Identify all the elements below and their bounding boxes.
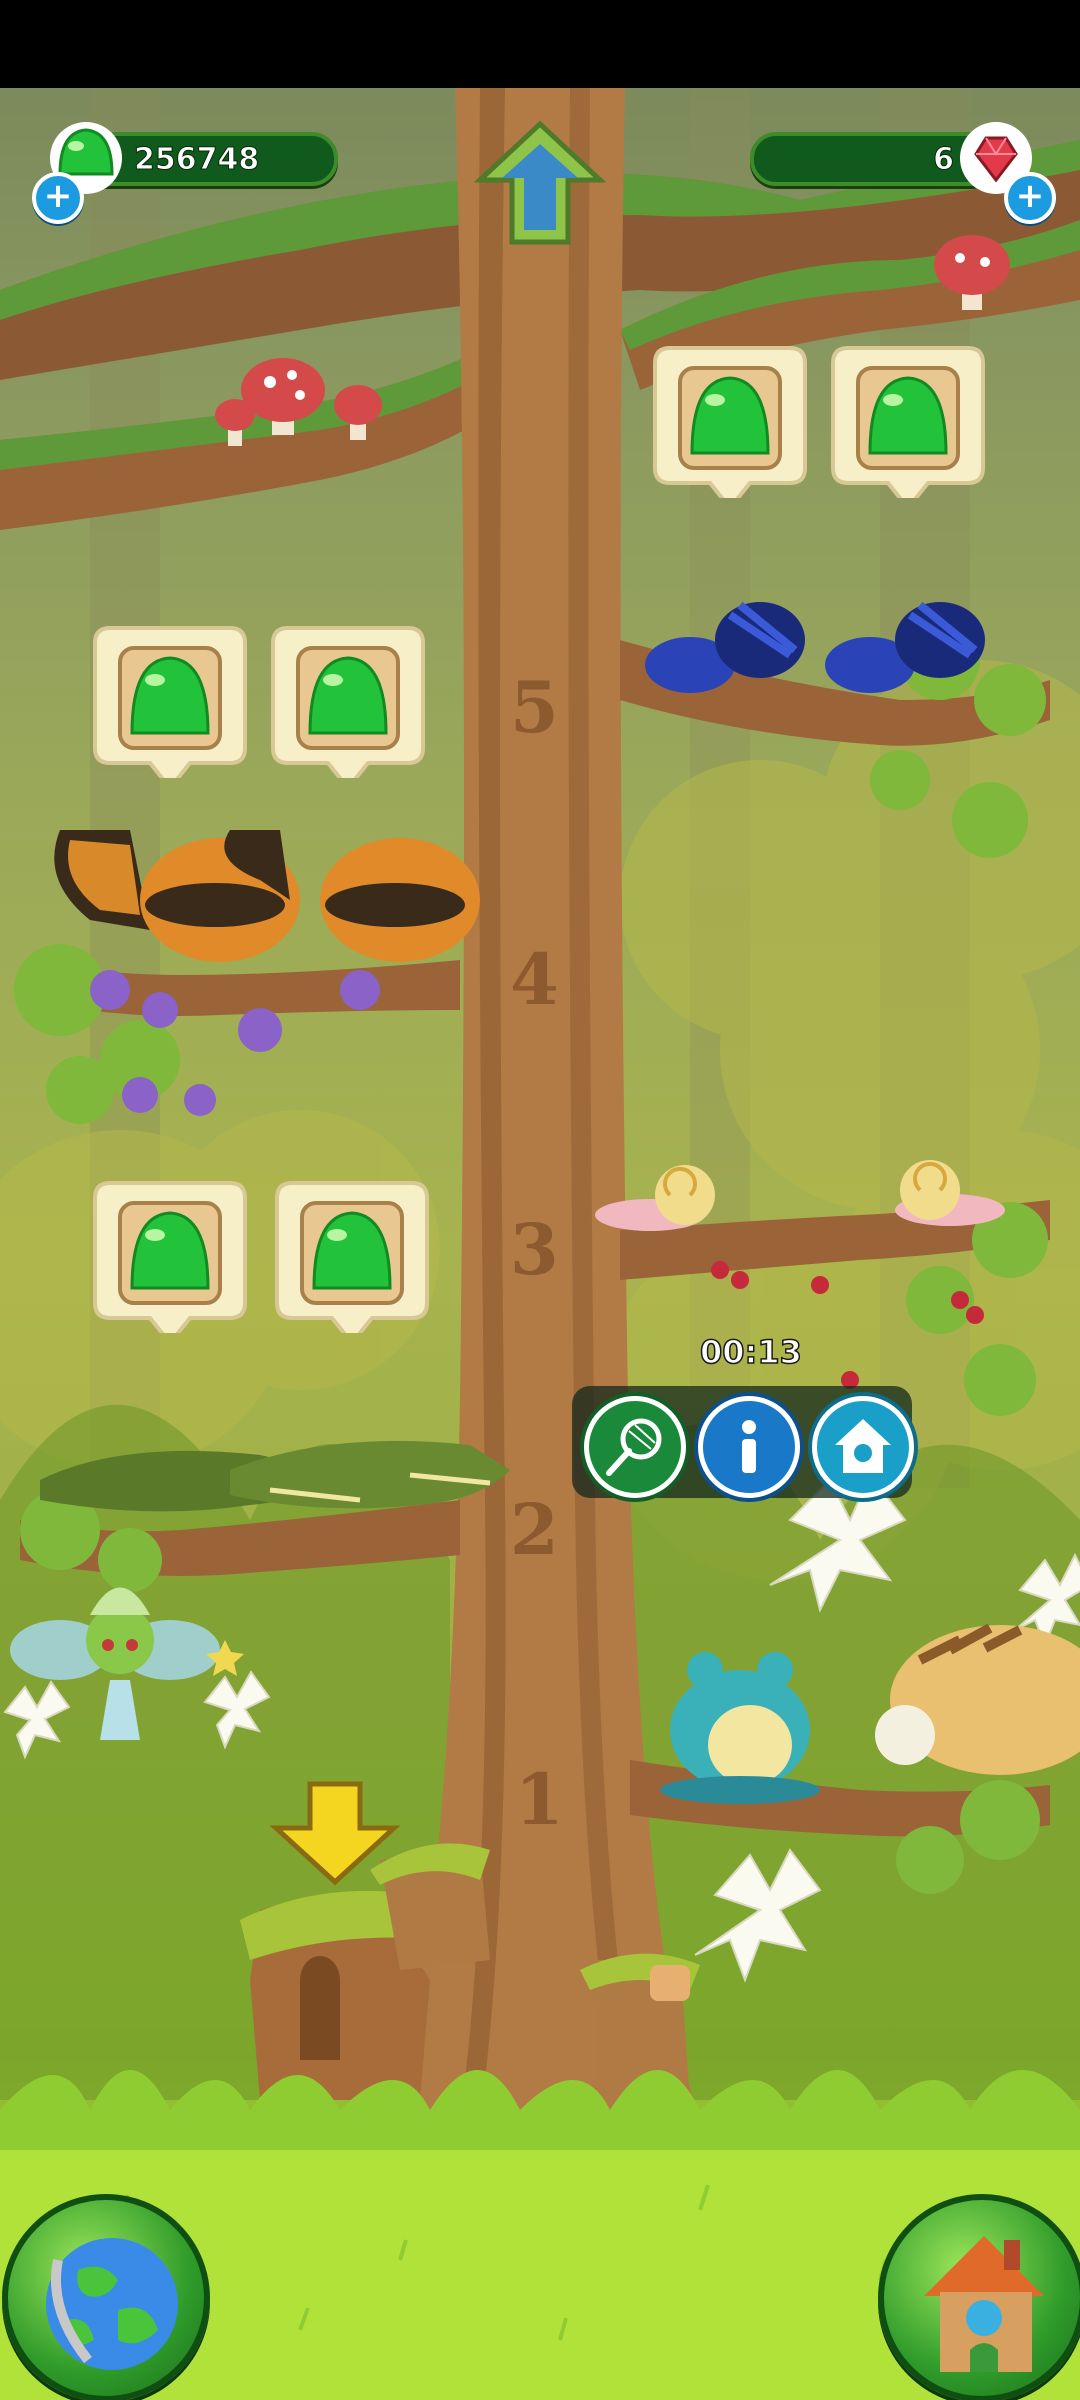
move-home-button[interactable] [812,1396,914,1498]
catch-button[interactable] [584,1396,686,1498]
gum-reward-badge[interactable] [90,618,250,778]
world-map-button[interactable] [2,2194,210,2400]
status-bar [0,0,1080,88]
gum-reward-badge[interactable] [828,338,988,498]
nest-timer: 00:13 [699,1332,802,1372]
gum-reward-badge[interactable] [268,618,428,778]
tree-level-4: 4 [510,938,559,1021]
add-gum-button[interactable]: + [32,172,84,224]
tree-level-1: 1 [515,1758,564,1841]
hint-arrow-icon [270,1781,400,1886]
tree-level-3: 3 [510,1208,559,1291]
info-icon [742,1420,756,1473]
game-scene: 5 4 3 2 1 256748 + 6 + 00:13 [0,88,1080,2400]
gum-reward-badge[interactable] [650,338,810,498]
gum-counter-value: 256748 [133,142,260,178]
gum-reward-badge[interactable] [90,1173,250,1333]
house-icon [835,1419,891,1473]
treehouse-icon [924,2236,1044,2372]
globe-icon [46,2238,178,2370]
tree-level-5: 5 [510,666,559,749]
add-gem-button[interactable]: + [1004,172,1056,224]
tree-level-2: 2 [510,1488,559,1571]
gem-counter-value: 6 [933,142,955,178]
scroll-up-arrow-icon[interactable] [474,118,606,248]
home-button[interactable] [878,2194,1080,2400]
gum-reward-badge[interactable] [272,1173,432,1333]
net-icon [606,1418,662,1476]
info-button[interactable] [698,1396,800,1498]
